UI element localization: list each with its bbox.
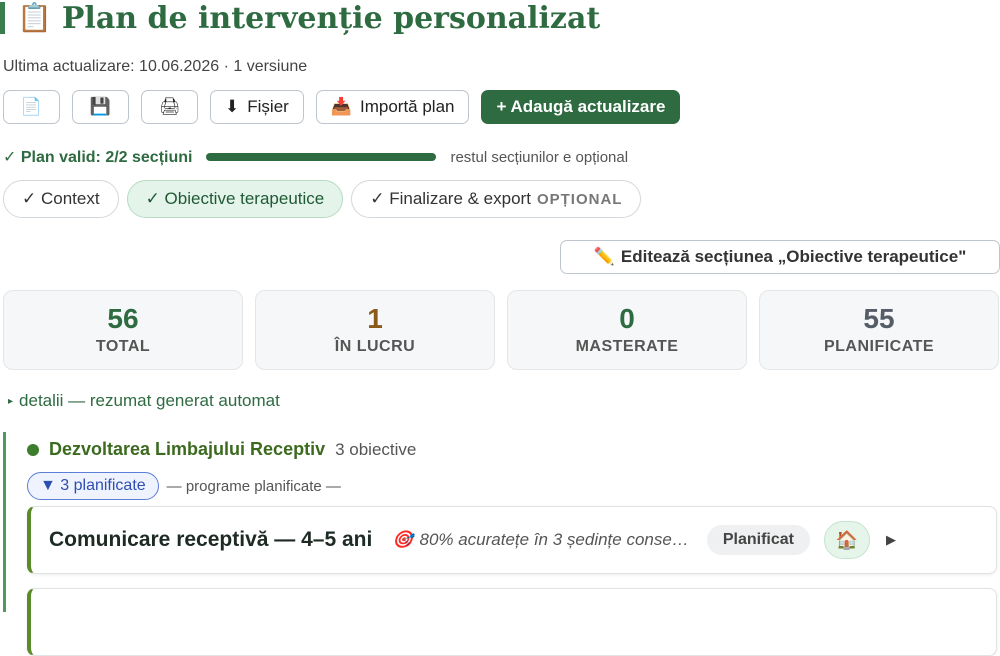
bullet-dot-icon: [27, 443, 39, 456]
clipboard-icon: 📋: [17, 2, 52, 33]
stat-mastered: 0 MASTERATE: [507, 290, 747, 370]
stat-label: ÎN LUCRU: [334, 338, 416, 356]
house-icon: 🏠: [835, 529, 859, 550]
section-tabs: ✓ Context ✓ Obiective terapeutice ✓ Fina…: [3, 180, 642, 218]
stat-total: 56 TOTAL: [3, 290, 243, 370]
printer-icon: 🖨: [158, 97, 181, 116]
tab-finalize-export[interactable]: ✓ Finalizare & export OPȚIONAL: [351, 180, 642, 218]
document-icon: 📄: [20, 97, 43, 116]
import-plan-button[interactable]: 📥 Importă plan: [315, 90, 470, 124]
print-button[interactable]: 🖨: [141, 90, 198, 124]
validation-row: ✓ Plan valid: 2/2 secțiuni restul secțiu…: [3, 146, 628, 168]
page-header: 📋 Plan de intervenție personalizat: [0, 0, 1000, 36]
validation-status: ✓ Plan valid: 2/2 secțiuni: [3, 149, 193, 166]
file-download-button[interactable]: ⬇ Fișier: [210, 90, 304, 124]
group-count: 3 obiective: [335, 439, 417, 459]
filter-note: — programe planificate —: [166, 477, 341, 495]
stat-label: PLANIFICATE: [823, 338, 935, 356]
pencil-icon: ✏️: [593, 247, 615, 266]
stat-value: 55: [863, 302, 895, 334]
last-update-meta: Ultima actualizare: 10.06.2026 · 1 versi…: [3, 58, 308, 75]
optional-tag: OPȚIONAL: [536, 190, 623, 208]
stat-planned: 55 PLANIFICATE: [759, 290, 999, 370]
objective-group: Dezvoltarea Limbajului Receptiv 3 obiect…: [3, 432, 1000, 656]
objective-target: 🎯 80% acuratețe în 3 ședințe conse…: [392, 530, 689, 550]
edit-section-button[interactable]: ✏️ Editează secțiunea „Obiective terapeu…: [560, 240, 1000, 274]
details-label: detalii — rezumat generat automat: [19, 391, 280, 410]
download-arrow-icon: ⬇: [225, 97, 240, 116]
filter-row: ▼ 3 planificate — programe planificate —: [27, 472, 341, 500]
file-button-label: Fișier: [247, 97, 289, 116]
chevron-right-icon[interactable]: ▶: [886, 532, 896, 548]
page-title: Plan de intervenție personalizat: [61, 0, 601, 36]
save-button[interactable]: 💾: [72, 90, 129, 124]
stat-label: TOTAL: [95, 338, 151, 356]
title-accent-bar: [0, 2, 5, 34]
new-document-button[interactable]: 📄: [3, 90, 60, 124]
stat-label: MASTERATE: [575, 338, 679, 356]
tab-label: ✓ Obiective terapeutice: [145, 189, 325, 208]
objective-title: Comunicare receptivă — 4–5 ani: [49, 528, 373, 551]
stat-value: 0: [619, 302, 635, 334]
inbox-tray-icon: 📥: [330, 97, 352, 116]
objective-card[interactable]: Comunicare receptivă — 4–5 ani 🎯 80% acu…: [27, 506, 997, 574]
tab-context[interactable]: ✓ Context: [3, 180, 119, 218]
edit-section-label: Editează secțiunea „Obiective terapeutic…: [620, 247, 967, 266]
floppy-disk-icon: 💾: [89, 97, 112, 116]
target-text: 80% acuratețe în 3 ședințe conse…: [419, 530, 689, 549]
details-toggle[interactable]: ▸ detalii — rezumat generat automat: [8, 391, 280, 411]
validation-note: restul secțiunilor e opțional: [450, 148, 629, 166]
triangle-right-icon: ▸: [8, 395, 14, 407]
stat-in-progress: 1 ÎN LUCRU: [255, 290, 495, 370]
target-icon: 🎯: [392, 530, 414, 549]
group-title: Dezvoltarea Limbajului Receptiv: [49, 439, 326, 459]
tab-label: ✓ Finalizare & export: [370, 189, 531, 208]
validation-progress-bar: [206, 153, 437, 161]
import-button-label: Importă plan: [359, 97, 455, 116]
objective-card-partial[interactable]: [27, 588, 997, 656]
planned-filter-pill[interactable]: ▼ 3 planificate: [27, 472, 159, 500]
group-header: Dezvoltarea Limbajului Receptiv 3 obiect…: [27, 439, 416, 460]
stats-row: 56 TOTAL 1 ÎN LUCRU 0 MASTERATE 55 PLANI…: [3, 290, 999, 370]
home-program-button[interactable]: 🏠: [823, 521, 870, 559]
tab-label: ✓ Context: [22, 189, 100, 208]
tab-therapeutic-objectives[interactable]: ✓ Obiective terapeutice: [126, 180, 344, 218]
stat-value: 56: [107, 302, 139, 334]
toolbar: 📄 💾 🖨 ⬇ Fișier 📥 Importă plan + Adaugă a…: [3, 90, 681, 124]
status-badge: Planificat: [706, 525, 810, 555]
stat-value: 1: [367, 302, 383, 334]
add-update-button[interactable]: + Adaugă actualizare: [481, 90, 681, 124]
